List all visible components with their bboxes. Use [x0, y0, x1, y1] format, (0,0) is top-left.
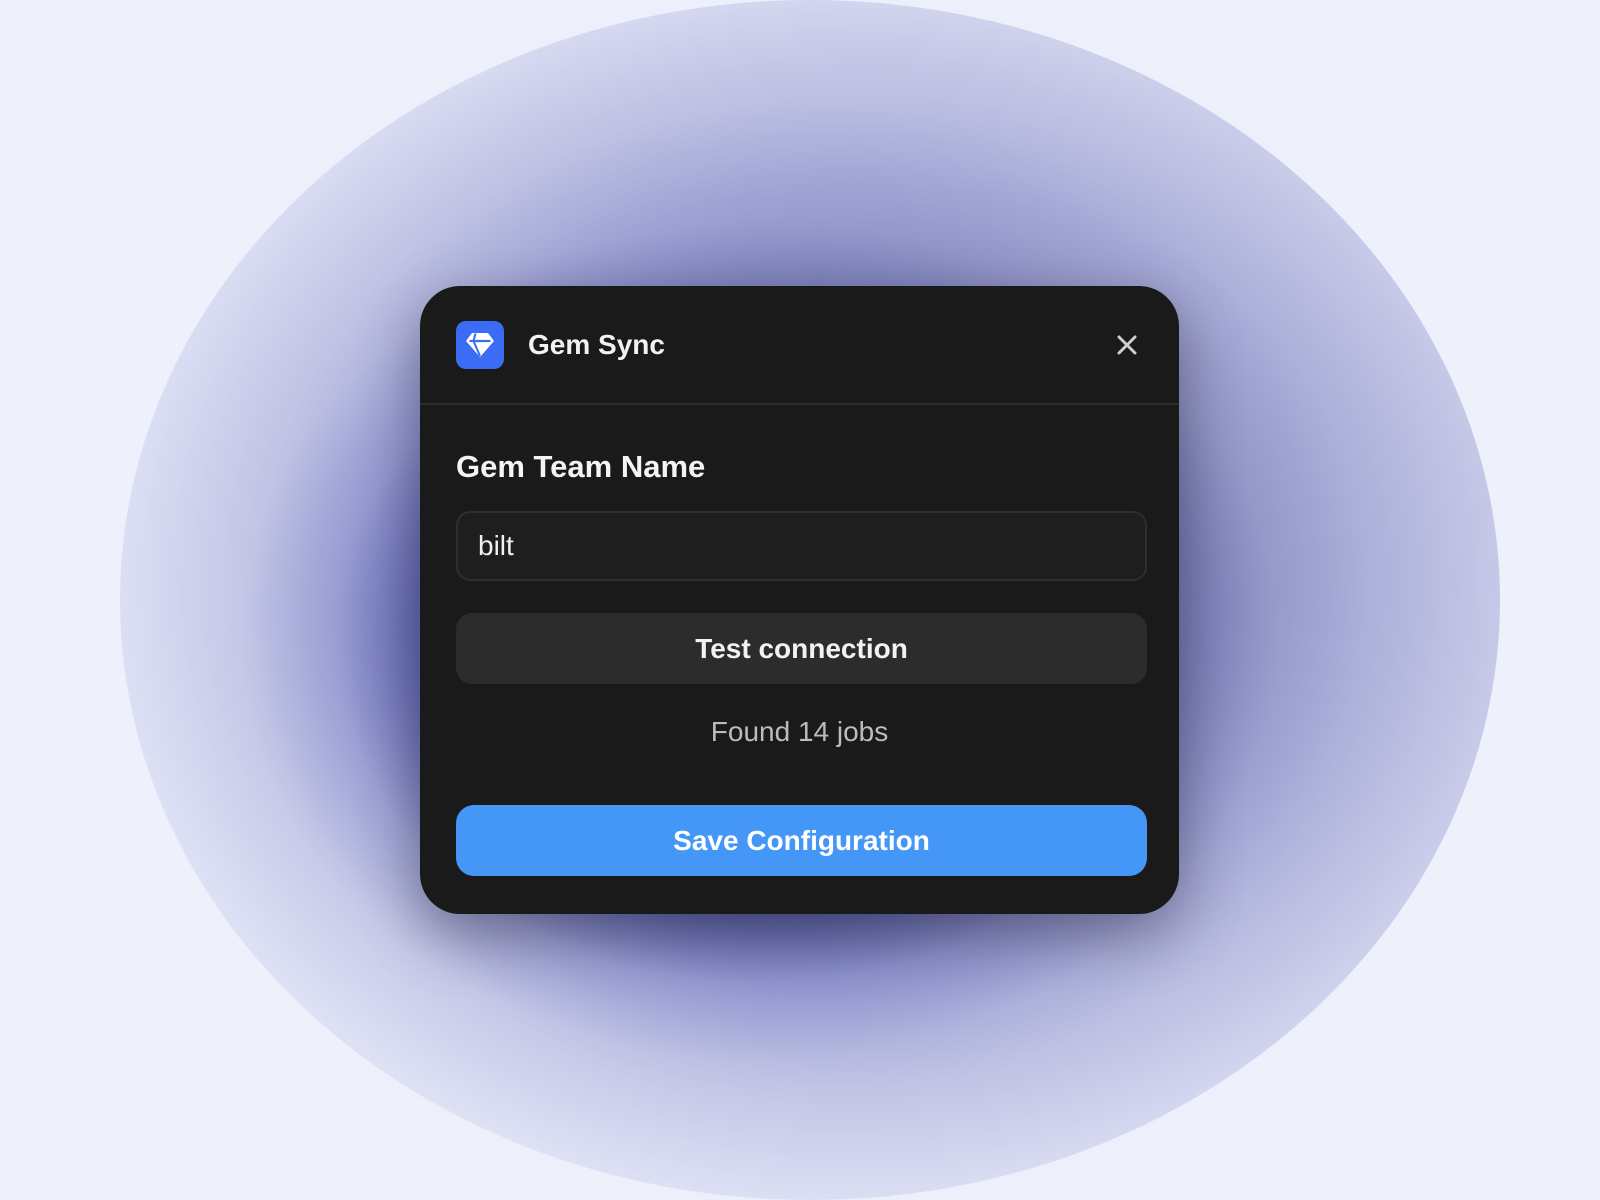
- dialog-title: Gem Sync: [528, 328, 665, 360]
- close-button[interactable]: [1107, 325, 1147, 365]
- dialog-body: Gem Team Name Test connection Found 14 j…: [420, 449, 1179, 876]
- close-icon: [1117, 335, 1137, 354]
- test-connection-button[interactable]: Test connection: [456, 613, 1147, 684]
- gem-icon: [456, 320, 504, 369]
- team-name-label: Gem Team Name: [456, 449, 706, 484]
- gem-sync-dialog: Gem Sync Gem Team Name Test connection F…: [420, 286, 1179, 914]
- team-name-input[interactable]: [456, 511, 1147, 581]
- save-configuration-button[interactable]: Save Configuration: [456, 805, 1147, 876]
- connection-status: Found 14 jobs: [710, 716, 889, 747]
- dialog-header: Gem Sync: [420, 286, 1179, 405]
